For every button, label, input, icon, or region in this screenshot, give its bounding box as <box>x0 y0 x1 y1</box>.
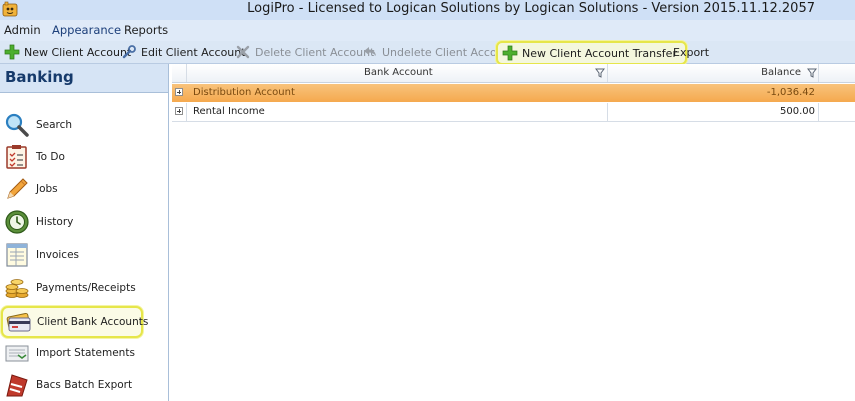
bacs-icon <box>6 374 28 397</box>
coins-icon <box>5 279 29 298</box>
cell-bank-account: Distribution Account <box>193 87 295 98</box>
plus-icon <box>4 44 20 60</box>
export-button[interactable]: Export <box>673 43 709 61</box>
row-divider <box>186 103 187 121</box>
export-label: Export <box>673 45 710 59</box>
undelete-client-account-label: Undelete Client Account <box>382 45 515 59</box>
menu-admin[interactable]: Admin <box>4 23 41 37</box>
sidebar-item-label: History <box>36 216 74 228</box>
expand-row-icon[interactable] <box>175 107 183 115</box>
magnifier-icon <box>5 113 29 137</box>
filter-icon[interactable] <box>595 68 605 78</box>
sidebar-item-label: Search <box>36 119 73 131</box>
title-bar: LogiPro - Licensed to Logican Solutions … <box>0 0 855 20</box>
sidebar-section-header: Banking <box>0 64 168 93</box>
menu-reports[interactable]: Reports <box>124 23 168 37</box>
undelete-client-account-button[interactable]: Undelete Client Account <box>362 43 515 61</box>
filter-icon[interactable] <box>807 68 817 78</box>
invoice-icon <box>6 243 28 267</box>
new-client-account-label: New Client Account <box>24 45 132 59</box>
sidebar-item-label: To Do <box>36 151 65 163</box>
undo-arrow-icon <box>364 47 376 56</box>
sidebar-item-history[interactable]: History <box>0 207 166 237</box>
table-row[interactable]: Distribution Account -1,036.42 <box>172 84 855 102</box>
sidebar-item-import-statements[interactable]: Import Statements <box>0 338 166 368</box>
delete-client-account-label: Delete Client Account <box>255 45 375 59</box>
sidebar-item-label: Jobs <box>36 183 58 195</box>
sidebar-item-label: Client Bank Accounts <box>37 316 149 328</box>
grid-header: Bank Account Balance <box>172 64 855 83</box>
sidebar-item-label: Invoices <box>36 249 80 261</box>
delete-client-account-button[interactable]: Delete Client Account <box>235 43 374 61</box>
sidebar-item-search[interactable]: Search <box>0 110 166 140</box>
app-icon <box>2 1 18 17</box>
table-row[interactable]: Rental Income 500.00 <box>172 103 855 122</box>
import-icon <box>5 345 29 362</box>
history-icon <box>5 210 29 234</box>
delete-x-icon <box>236 45 250 59</box>
toolbar: New Client Account Edit Client Account D… <box>0 41 855 65</box>
new-client-account-transfer-label: New Client Account Transfer <box>522 46 677 60</box>
expand-row-icon[interactable] <box>175 88 183 96</box>
menu-bar: Admin Appearance Reports <box>0 20 855 41</box>
checklist-icon <box>6 145 27 169</box>
sidebar-item-to-do[interactable]: To Do <box>0 142 166 172</box>
column-header-bank-account[interactable]: Bank Account <box>187 64 608 82</box>
pencil-icon <box>7 178 28 199</box>
sidebar-item-bacs-batch-export[interactable]: Bacs Batch Export <box>0 370 166 400</box>
wrench-icon <box>122 45 136 59</box>
edit-client-account-label: Edit Client Account <box>141 45 246 59</box>
sidebar-item-client-bank-accounts[interactable]: Client Bank Accounts <box>1 306 148 338</box>
grid-header-expander-column <box>172 64 187 82</box>
column-header-label: Balance <box>761 67 801 78</box>
column-divider <box>818 103 819 121</box>
new-client-account-button[interactable]: New Client Account <box>4 43 131 61</box>
window-title: LogiPro - Licensed to Logican Solutions … <box>247 1 815 16</box>
new-client-account-transfer-button[interactable]: New Client Account Transfer <box>496 41 687 65</box>
column-header-label: Bank Account <box>364 67 433 78</box>
sidebar-item-payments-receipts[interactable]: Payments/Receipts <box>0 273 166 303</box>
edit-client-account-button[interactable]: Edit Client Account <box>121 43 246 61</box>
sidebar-item-label: Import Statements <box>36 347 135 359</box>
client-accounts-grid: Bank Account Balance Distribution Accoun… <box>172 64 855 401</box>
bank-card-icon <box>6 312 31 332</box>
sidebar-item-invoices[interactable]: Invoices <box>0 240 166 270</box>
cell-bank-account: Rental Income <box>193 106 265 117</box>
column-divider <box>607 103 608 121</box>
sidebar-section-title: Banking <box>5 68 74 86</box>
sidebar-item-label: Bacs Batch Export <box>36 379 133 391</box>
sidebar: Banking Search To Do Jobs History Invoic… <box>0 64 169 401</box>
sidebar-item-label: Payments/Receipts <box>36 282 136 294</box>
sidebar-item-jobs[interactable]: Jobs <box>0 174 166 204</box>
cell-balance: -1,036.42 <box>766 87 815 98</box>
plus-icon <box>502 45 518 61</box>
cell-balance: 500.00 <box>780 106 815 117</box>
column-header-balance[interactable]: Balance <box>608 64 819 82</box>
menu-appearance[interactable]: Appearance <box>52 23 121 37</box>
